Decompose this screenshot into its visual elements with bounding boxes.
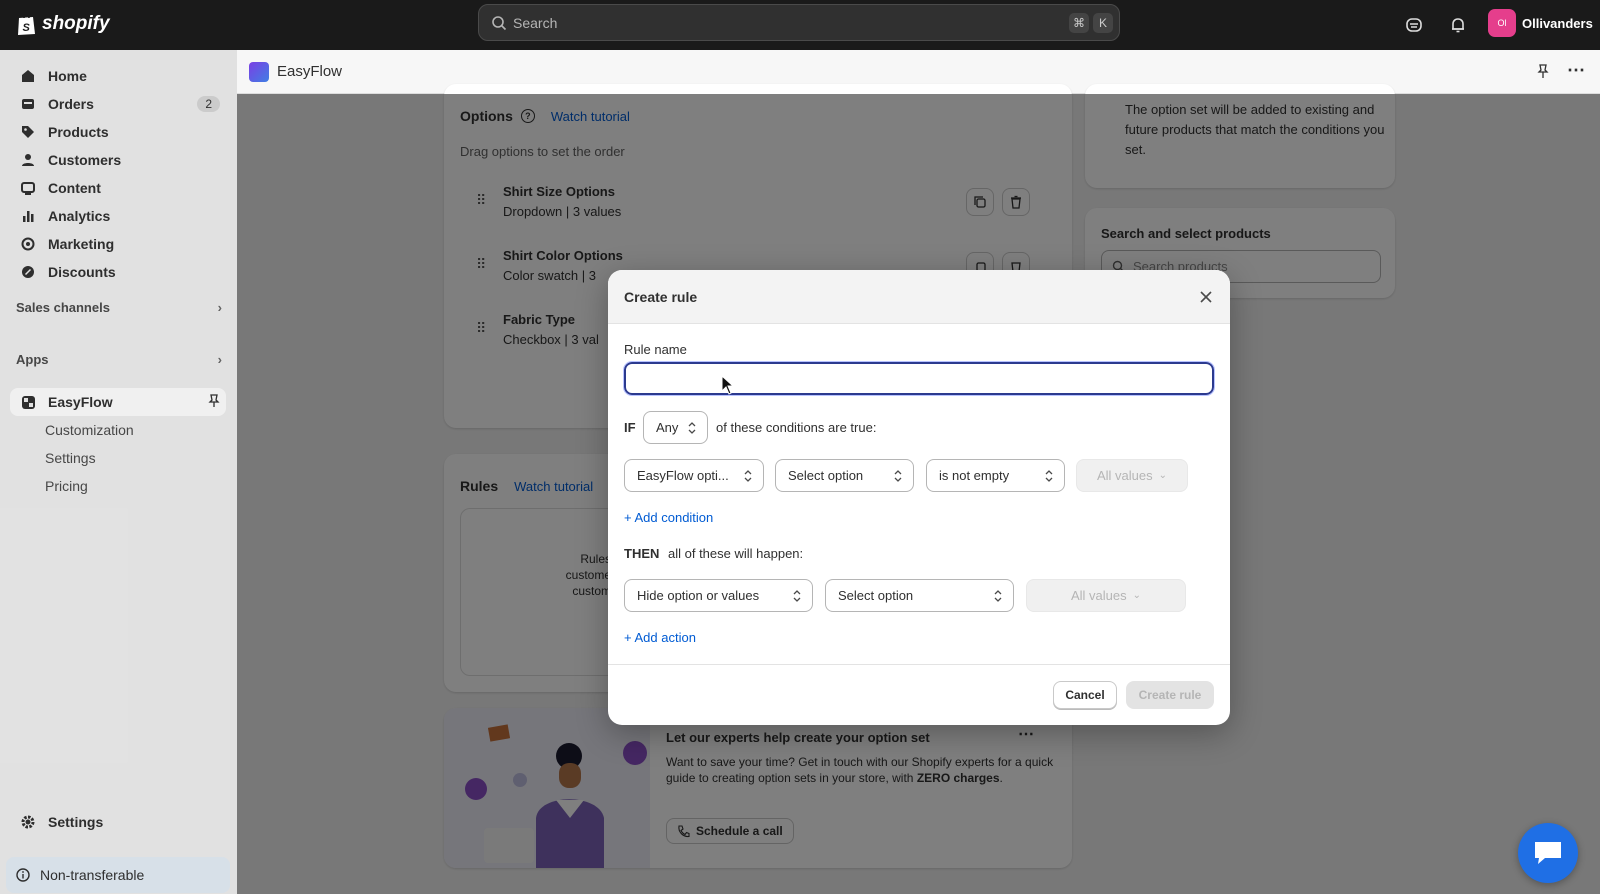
- modal-footer: Cancel Create rule: [608, 664, 1230, 725]
- add-condition-link[interactable]: + Add condition: [624, 510, 713, 525]
- search-placeholder: Search: [513, 14, 558, 31]
- any-all-select[interactable]: Any: [643, 411, 708, 444]
- mouse-cursor-icon: [721, 375, 735, 395]
- chevron-down-icon: ⌄: [1132, 590, 1142, 601]
- action-values-value: All values: [1070, 588, 1127, 603]
- action-option-value: Select option: [838, 588, 914, 603]
- any-all-value: Any: [656, 420, 679, 435]
- action-type-select[interactable]: Hide option or values: [624, 579, 813, 612]
- shopify-bag-icon: S: [18, 13, 35, 35]
- store-avatar: Ol: [1488, 9, 1516, 37]
- rule-name-label: Rule name: [624, 342, 687, 357]
- search-bar[interactable]: Search ⌘ K: [478, 4, 1120, 41]
- select-arrows-icon: [894, 470, 902, 482]
- sidebar-backdrop: [0, 50, 237, 894]
- svg-text:S: S: [23, 22, 31, 34]
- if-label: IF: [624, 420, 636, 435]
- condition-field-value: EasyFlow opti...: [637, 468, 729, 483]
- then-text: all of these will happen:: [668, 546, 804, 561]
- pin-icon[interactable]: [1537, 64, 1549, 83]
- condition-option-select[interactable]: Select option: [775, 459, 914, 492]
- shopify-wordmark: shopify: [42, 13, 110, 34]
- select-arrows-icon: [793, 590, 801, 602]
- shortcut-cmd-key: ⌘: [1069, 13, 1089, 33]
- rule-name-input[interactable]: [623, 361, 1215, 396]
- add-action-link[interactable]: + Add action: [624, 630, 696, 645]
- more-actions-icon[interactable]: ⋯: [1567, 60, 1585, 81]
- top-bar: S shopify Search ⌘ K Ol Ollivanders: [0, 0, 1600, 50]
- easyflow-app-icon: [249, 61, 269, 82]
- select-arrows-icon: [744, 470, 752, 482]
- cancel-button[interactable]: Cancel: [1053, 681, 1117, 709]
- sidekick-icon[interactable]: [1402, 13, 1426, 37]
- then-label: THEN: [624, 546, 660, 561]
- condition-field-select[interactable]: EasyFlow opti...: [624, 459, 764, 492]
- select-arrows-icon: [994, 590, 1002, 602]
- select-arrows-icon: [1045, 470, 1053, 482]
- chat-button[interactable]: [1518, 823, 1578, 883]
- search-icon: [492, 15, 507, 30]
- close-icon[interactable]: [1196, 287, 1216, 307]
- action-type-value: Hide option or values: [637, 588, 760, 603]
- store-menu[interactable]: Ol Ollivanders: [1488, 9, 1593, 37]
- action-option-select[interactable]: Select option: [825, 579, 1014, 612]
- shortcut-k-key: K: [1093, 13, 1113, 33]
- modal-header: Create rule: [608, 270, 1230, 324]
- conditions-text: of these conditions are true:: [716, 420, 877, 435]
- condition-operator-select[interactable]: is not empty: [926, 459, 1065, 492]
- select-arrows-icon: [688, 422, 696, 434]
- condition-option-value: Select option: [788, 468, 864, 483]
- app-title: EasyFlow: [277, 63, 343, 80]
- bell-icon[interactable]: [1446, 13, 1470, 37]
- condition-operator-value: is not empty: [939, 468, 1010, 483]
- condition-values-select: All values ⌄: [1076, 459, 1188, 492]
- create-rule-modal: Create rule Rule name IF Any of these co…: [608, 270, 1230, 725]
- create-rule-button[interactable]: Create rule: [1126, 681, 1214, 709]
- shopify-logo[interactable]: S shopify: [16, 12, 110, 36]
- action-values-select: All values ⌄: [1026, 579, 1186, 612]
- modal-title: Create rule: [624, 288, 698, 305]
- chevron-down-icon: ⌄: [1158, 470, 1168, 481]
- chat-bubble-icon: [1535, 842, 1561, 864]
- store-name: Ollivanders: [1522, 15, 1593, 31]
- condition-values-value: All values: [1096, 468, 1153, 483]
